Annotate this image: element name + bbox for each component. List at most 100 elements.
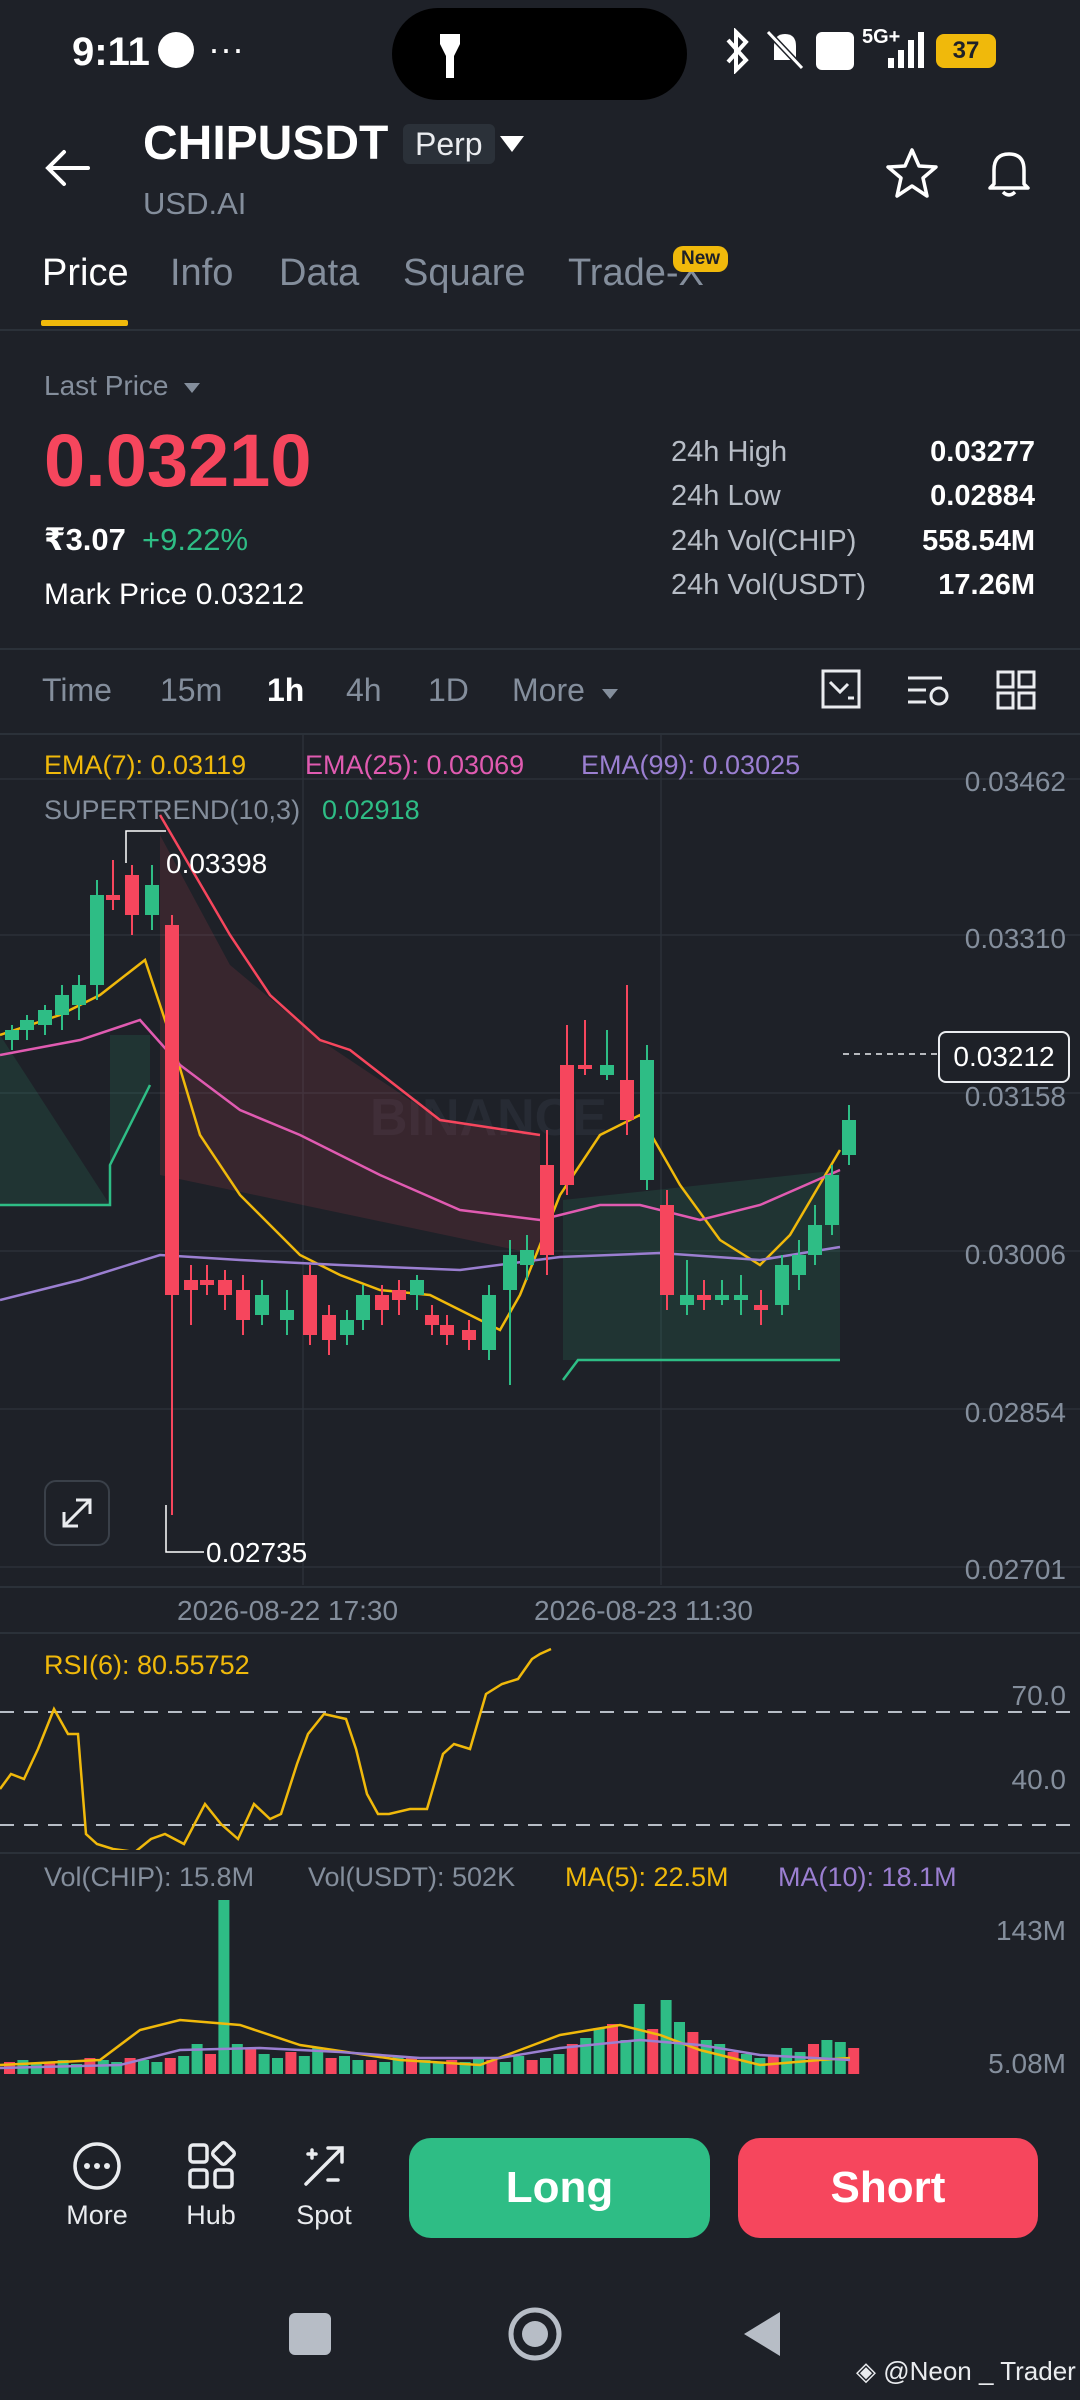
stat-value-vol-usdt: 17.26M [938, 569, 1035, 601]
volume-bar [258, 2054, 270, 2074]
candle-body [734, 1295, 748, 1300]
candle-body [462, 1330, 476, 1340]
stat-label-high: 24h High [671, 436, 788, 468]
status-more: ··· [208, 28, 244, 69]
dropdown-caret-icon[interactable] [498, 134, 526, 154]
symbol-title[interactable]: CHIPUSDT [143, 116, 388, 171]
tab-info[interactable]: Info [170, 252, 233, 295]
timeframe-4h[interactable]: 4h [346, 672, 382, 709]
timeframe-1d[interactable]: 1D [428, 672, 469, 709]
battery-icon: 37 [936, 34, 996, 68]
stat-value-high: 0.03277 [930, 436, 1035, 468]
nav-spot-button[interactable]: Spot [274, 2140, 374, 2231]
short-button[interactable]: Short [738, 2138, 1038, 2238]
flashlight-icon [440, 34, 460, 78]
chart-mode-icon[interactable] [820, 668, 862, 710]
timeframe-time[interactable]: Time [42, 672, 112, 709]
status-time: 9:11 [72, 30, 150, 74]
nav-more-button[interactable]: More [47, 2140, 147, 2231]
price-axis-label: 0.03006 [964, 1239, 1066, 1270]
long-button[interactable]: Long [409, 2138, 710, 2238]
last-price-label[interactable]: Last Price [44, 370, 202, 402]
nav-hub-button[interactable]: Hub [161, 2140, 261, 2231]
candle-body [520, 1250, 534, 1265]
expand-icon [62, 1498, 92, 1528]
battery-level: 37 [952, 37, 980, 64]
tab-price[interactable]: Price [42, 252, 129, 295]
candle-body [775, 1265, 789, 1305]
volume-bar [285, 2052, 297, 2074]
tab-square[interactable]: Square [403, 252, 526, 295]
timeframe-more-label: More [512, 672, 585, 708]
candle-body [55, 995, 69, 1015]
price-change: +9.22% [142, 522, 249, 557]
volume-bar [138, 2060, 149, 2074]
chart-high-label: 0.03398 [166, 848, 268, 879]
price-axis-label: 0.02854 [964, 1397, 1066, 1428]
indicator-settings-icon[interactable] [906, 670, 952, 710]
timeframe-more[interactable]: More [512, 672, 620, 709]
supertrend-line [562, 1358, 840, 1381]
volume-bar [325, 2058, 337, 2074]
vol-usdt-label: Vol(USDT): 502K [308, 1862, 516, 1892]
candle-body [578, 1065, 592, 1069]
volume-bar [647, 2029, 659, 2074]
mark-price: Mark Price 0.03212 [44, 578, 304, 612]
chart-low-label: 0.02735 [206, 1537, 308, 1568]
system-recents-button[interactable] [289, 2313, 331, 2355]
volume-bar [821, 2040, 833, 2074]
candle-body [842, 1120, 856, 1155]
candle-body [236, 1290, 250, 1320]
volume-bar [580, 2038, 592, 2074]
candle-body [540, 1165, 554, 1255]
candle-body [280, 1310, 294, 1320]
status-app-icon [158, 32, 194, 68]
volume-bar [245, 2049, 257, 2074]
status-bar: 9:11 ··· 5G+ 37 [0, 0, 1080, 110]
price-axis-label: 0.02701 [964, 1554, 1066, 1585]
candlestick-chart[interactable]: BINANCE [0, 735, 1080, 1585]
fullscreen-button[interactable] [44, 1480, 110, 1546]
price-axis-label: 0.03158 [964, 1081, 1066, 1112]
timeframe-1h[interactable]: 1h [267, 672, 304, 709]
candle-body [600, 1065, 614, 1075]
candle-body [680, 1295, 694, 1305]
candle-body [5, 1030, 19, 1040]
volume-bar [674, 2022, 685, 2074]
stat-label-low: 24h Low [671, 480, 781, 512]
ema7-label: EMA(7): 0.03119 [44, 750, 247, 780]
vol-chip-label: Vol(CHIP): 15.8M [44, 1862, 255, 1892]
last-price: 0.03210 [44, 419, 312, 502]
price-axis-label: 0.03462 [964, 766, 1066, 797]
candle-body [106, 895, 120, 900]
contract-type-badge: Perp [403, 124, 495, 164]
favorite-star-icon[interactable] [884, 146, 940, 200]
new-badge: New [673, 246, 729, 272]
stat-label-vol-chip: 24h Vol(CHIP) [671, 525, 857, 557]
volume-bar [272, 2058, 283, 2074]
volume-bar [339, 2056, 350, 2074]
candle-body [825, 1175, 839, 1225]
timeframe-15m[interactable]: 15m [160, 672, 222, 709]
fiat-price: ₹3.07 [44, 522, 126, 557]
symbol-subtitle: USD.AI [143, 186, 247, 221]
tab-data[interactable]: Data [279, 252, 359, 295]
volume-bar [352, 2060, 364, 2074]
layout-grid-icon[interactable] [996, 670, 1036, 710]
camera-cutout [392, 8, 687, 100]
volume-bar [30, 2064, 42, 2074]
candle-body [503, 1255, 517, 1290]
candle-body [38, 1010, 52, 1025]
alert-bell-icon[interactable] [984, 146, 1034, 200]
system-home-button[interactable] [507, 2306, 563, 2362]
ticker-divider [0, 648, 1080, 650]
candle-body [255, 1295, 269, 1315]
candle-body [200, 1280, 214, 1285]
tabs-divider [0, 329, 1080, 331]
system-back-icon[interactable] [740, 2308, 784, 2360]
back-arrow-icon[interactable] [44, 148, 92, 188]
ema99-label: EMA(99): 0.03025 [581, 750, 801, 780]
credit-text: ◈ @Neon _ Trader [856, 2356, 1076, 2387]
volume-bar [781, 2048, 793, 2074]
vol-ma10-label: MA(10): 18.1M [778, 1862, 957, 1892]
